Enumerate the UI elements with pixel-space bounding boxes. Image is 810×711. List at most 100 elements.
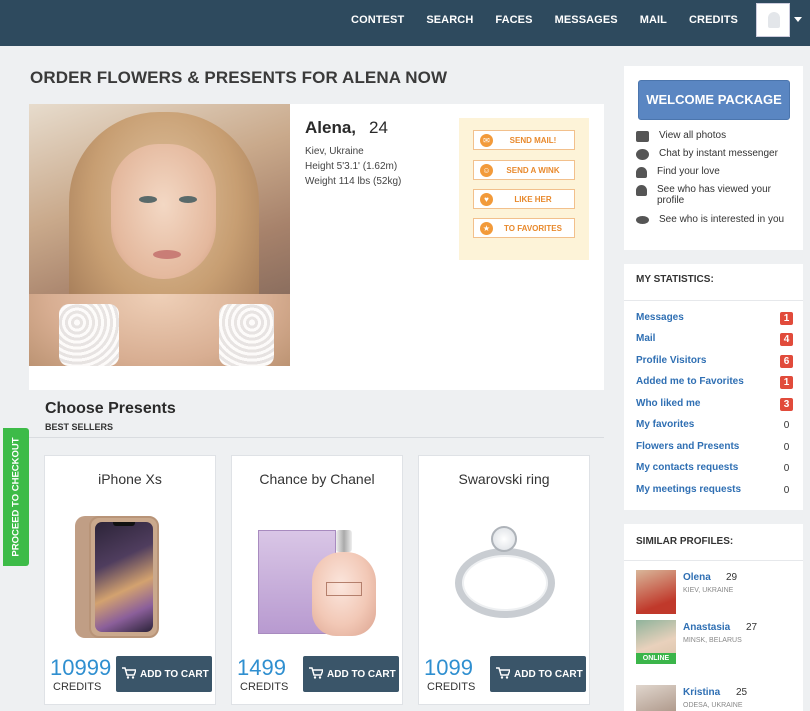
- similar-profile-item[interactable]: ONLINE Anastasia 27 MINSK, BELARUS: [636, 620, 796, 664]
- stat-mail[interactable]: Mail 4: [636, 333, 793, 347]
- similar-profile-city: KIEV, UKRAINE: [683, 587, 734, 594]
- perfume-image[interactable]: [256, 508, 378, 642]
- to-favorites-button[interactable]: ★ TO FAVORITES: [473, 218, 575, 238]
- ring-band: [455, 548, 555, 618]
- feature-label: View all photos: [659, 130, 727, 141]
- profile-card: Alena, 24 Kiev, Ukraine Height 5'3.1' (1…: [29, 104, 604, 390]
- product-price-unit: CREDITS: [427, 681, 476, 693]
- heart-icon: ♥: [480, 193, 493, 206]
- stat-meetings-requests[interactable]: My meetings requests 0: [636, 484, 793, 498]
- add-to-cart-button[interactable]: ADD TO CART: [303, 656, 399, 692]
- add-to-cart-button[interactable]: ADD TO CART: [116, 656, 212, 692]
- similar-profile-age: 29: [726, 572, 738, 583]
- feature-label: See who has viewed your profile: [657, 184, 771, 206]
- perfume-label: [326, 582, 362, 596]
- feature-viewed-profile[interactable]: See who has viewed your profile: [636, 184, 792, 206]
- stat-label: Who liked me: [636, 398, 701, 409]
- profile-photo[interactable]: [29, 104, 290, 366]
- product-price-unit: CREDITS: [240, 681, 289, 693]
- presents-header: Choose Presents BEST SELLERS: [29, 390, 604, 438]
- stat-messages[interactable]: Messages 1: [636, 312, 793, 326]
- welcome-package-button[interactable]: WELCOME PACKAGE: [638, 80, 790, 120]
- send-mail-button[interactable]: ✉ SEND MAIL!: [473, 130, 575, 150]
- stat-count: 0: [783, 442, 790, 453]
- perfume-cap: [336, 530, 352, 552]
- product-title: iPhone Xs: [98, 471, 162, 487]
- product-card[interactable]: Swarovski ring 1099 CREDITS ADD TO CART: [418, 455, 590, 705]
- stat-who-liked-me[interactable]: Who liked me 3: [636, 398, 793, 412]
- ring-diamond: [491, 526, 517, 552]
- similar-profiles-title: SIMILAR PROFILES:: [636, 536, 734, 547]
- similar-profile-city: MINSK, BELARUS: [683, 637, 742, 644]
- welcome-box: WELCOME PACKAGE View all photos Chat by …: [624, 66, 803, 250]
- stat-my-favorites[interactable]: My favorites 0: [636, 419, 793, 433]
- stat-contacts-requests[interactable]: My contacts requests 0: [636, 462, 793, 476]
- stat-label: Messages: [636, 312, 684, 323]
- user-avatar[interactable]: [756, 3, 790, 37]
- camera-icon: [636, 131, 649, 142]
- similar-profile-item[interactable]: Kristina 25 ODESA, UKRAINE: [636, 685, 796, 711]
- like-her-button[interactable]: ♥ LIKE HER: [473, 189, 575, 209]
- similar-profile-photo[interactable]: [636, 570, 676, 614]
- stat-count: 0: [783, 485, 790, 496]
- send-mail-label: SEND MAIL!: [509, 135, 557, 145]
- stat-count-badge: 1: [780, 376, 793, 389]
- product-card[interactable]: iPhone Xs 10999 CREDITS ADD TO CART: [44, 455, 216, 705]
- similar-profile-age: 27: [746, 622, 758, 633]
- product-price: 1499: [237, 655, 286, 680]
- star-icon: ★: [480, 222, 493, 235]
- nav-credits[interactable]: CREDITS: [689, 14, 738, 26]
- proceed-to-checkout-tab[interactable]: PROCEED TO CHECKOUT: [3, 428, 29, 566]
- feature-view-photos[interactable]: View all photos: [636, 130, 726, 142]
- similar-profile-name[interactable]: Olena: [683, 572, 711, 583]
- feature-find-love[interactable]: Find your love: [636, 166, 720, 178]
- eye-icon: [636, 216, 649, 224]
- similar-profile-name[interactable]: Anastasia: [683, 622, 730, 633]
- feature-interested[interactable]: See who is interested in you: [636, 214, 792, 225]
- user-icon: [636, 185, 647, 196]
- add-to-cart-label: ADD TO CART: [327, 668, 396, 680]
- stat-label: My contacts requests: [636, 462, 739, 473]
- feature-chat[interactable]: Chat by instant messenger: [636, 148, 778, 160]
- chat-icon: [636, 149, 649, 160]
- presents-title: Choose Presents: [45, 400, 176, 417]
- page-title: ORDER FLOWERS & PRESENTS FOR ALENA NOW: [30, 68, 448, 87]
- photo-eye-left: [139, 196, 157, 203]
- nav-faces[interactable]: FACES: [495, 14, 532, 26]
- cart-icon: [309, 667, 323, 679]
- phone-front: [89, 516, 159, 638]
- product-card[interactable]: Chance by Chanel 1499 CREDITS ADD TO CAR…: [231, 455, 403, 705]
- cart-icon: [496, 667, 510, 679]
- nav-mail[interactable]: MAIL: [640, 14, 667, 26]
- similar-profile-item[interactable]: Olena 29 KIEV, UKRAINE: [636, 570, 796, 614]
- stat-label: Mail: [636, 333, 656, 344]
- stat-added-favorites[interactable]: Added me to Favorites 1: [636, 376, 793, 390]
- statistics-box: MY STATISTICS: Messages 1 Mail 4 Profile…: [624, 264, 803, 510]
- ring-image[interactable]: [443, 508, 565, 642]
- divider: [624, 560, 803, 561]
- top-navigation-bar: CONTEST SEARCH FACES MESSAGES MAIL CREDI…: [0, 0, 810, 46]
- chevron-down-icon[interactable]: [794, 17, 802, 22]
- similar-profile-name[interactable]: Kristina: [683, 687, 720, 698]
- add-to-cart-button[interactable]: ADD TO CART: [490, 656, 586, 692]
- cart-icon: [122, 667, 136, 679]
- product-price: 10999: [50, 655, 112, 680]
- iphone-image[interactable]: [69, 508, 191, 642]
- nav-messages[interactable]: MESSAGES: [555, 14, 618, 26]
- send-wink-button[interactable]: ☺ SEND A WINK: [473, 160, 575, 180]
- stat-flowers-presents[interactable]: Flowers and Presents 0: [636, 441, 793, 455]
- checkout-label: PROCEED TO CHECKOUT: [10, 437, 22, 557]
- stat-profile-visitors[interactable]: Profile Visitors 6: [636, 355, 793, 369]
- feature-label: Chat by instant messenger: [659, 148, 778, 159]
- photo-lips: [153, 250, 181, 259]
- nav-search[interactable]: SEARCH: [426, 14, 473, 26]
- stat-count-badge: 3: [780, 398, 793, 411]
- similar-profile-photo[interactable]: [636, 685, 676, 711]
- similar-profile-photo[interactable]: ONLINE: [636, 620, 676, 664]
- feature-label: Find your love: [657, 166, 720, 177]
- nav-contest[interactable]: CONTEST: [351, 14, 404, 26]
- stat-label: My favorites: [636, 419, 695, 430]
- similar-profile-age: 25: [736, 687, 748, 698]
- perfume-bottle: [312, 530, 376, 636]
- product-title: Chance by Chanel: [259, 471, 375, 487]
